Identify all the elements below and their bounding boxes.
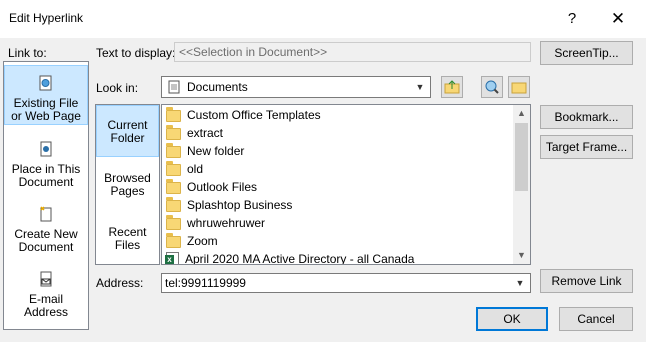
- document-place-icon: [40, 141, 52, 157]
- list-item[interactable]: Outlook Files: [166, 178, 257, 196]
- current-folder-line2: Folder: [110, 131, 145, 145]
- text-to-display-label: Text to display:: [96, 46, 176, 60]
- folder-up-icon: [444, 80, 460, 94]
- list-item[interactable]: April 2020 MA Active Directory - all Can…: [165, 250, 415, 265]
- list-item-label: New folder: [187, 144, 245, 158]
- recent-files-line2: Files: [114, 238, 141, 252]
- scroll-up-icon[interactable]: ▲: [513, 105, 530, 122]
- link-place-in-document[interactable]: Place in This Document: [4, 140, 88, 190]
- list-item[interactable]: extract: [166, 124, 223, 142]
- folder-icon: [166, 178, 181, 194]
- close-button[interactable]: ✕: [595, 0, 641, 38]
- list-item[interactable]: old: [166, 160, 203, 178]
- globe-page-icon: [39, 75, 52, 91]
- remove-link-button[interactable]: Remove Link: [540, 269, 633, 293]
- folder-icon: [166, 124, 181, 140]
- list-item-label: whruwehruwer: [187, 216, 266, 230]
- list-item-label: Custom Office Templates: [187, 108, 321, 122]
- cancel-button[interactable]: Cancel: [559, 307, 633, 331]
- scroll-down-icon[interactable]: ▼: [513, 247, 530, 264]
- target-frame-button[interactable]: Target Frame...: [540, 135, 633, 159]
- browsed-pages-line2: Pages: [110, 184, 145, 198]
- link-to-panel: Existing File or Web Page Place in This …: [3, 61, 89, 330]
- screentip-button[interactable]: ScreenTip...: [540, 41, 633, 65]
- address-value: tel:9991119999: [165, 276, 246, 290]
- globe-search-icon: [485, 80, 499, 94]
- window-title: Edit Hyperlink: [9, 11, 84, 25]
- link-email-line2: Address: [23, 305, 69, 319]
- scroll-thumb[interactable]: [515, 123, 528, 191]
- ok-button[interactable]: OK: [476, 307, 548, 331]
- vertical-scrollbar[interactable]: ▲ ▼: [513, 105, 530, 264]
- folder-icon: [166, 232, 181, 248]
- recent-files-tab[interactable]: Recent Files: [96, 212, 159, 264]
- email-icon: [40, 271, 52, 287]
- folder-icon: [166, 214, 181, 230]
- help-button[interactable]: ?: [549, 0, 595, 38]
- address-label: Address:: [96, 276, 144, 290]
- list-item-label: Zoom: [187, 234, 218, 248]
- browsed-pages-tab[interactable]: Browsed Pages: [96, 160, 159, 208]
- address-input[interactable]: tel:9991119999 ▼: [161, 273, 531, 293]
- look-in-value: Documents: [187, 80, 248, 94]
- list-item-label: Outlook Files: [187, 180, 258, 194]
- folder-icon: [166, 196, 181, 212]
- current-folder-tab[interactable]: Current Folder: [96, 105, 159, 157]
- documents-folder-icon: [168, 80, 180, 94]
- browse-web-button[interactable]: [481, 76, 503, 98]
- link-email-address[interactable]: E-mail Address: [4, 270, 88, 320]
- browse-folder-button[interactable]: [441, 76, 463, 98]
- folder-icon: [511, 82, 527, 94]
- chevron-down-icon[interactable]: ▼: [512, 275, 528, 291]
- list-item[interactable]: whruwehruwer: [166, 214, 265, 232]
- new-document-icon: [40, 206, 52, 222]
- list-item-label: old: [187, 162, 204, 176]
- excel-file-icon: [165, 252, 179, 264]
- list-item[interactable]: Zoom: [166, 232, 218, 250]
- link-place-line2: Document: [18, 175, 74, 189]
- folder-icon: [166, 142, 181, 158]
- link-to-label: Link to:: [8, 46, 47, 60]
- look-in-select[interactable]: Documents ▼: [161, 76, 431, 98]
- browse-file-button[interactable]: [508, 76, 530, 98]
- chevron-down-icon: ▼: [415, 82, 425, 92]
- list-item-label: April 2020 MA Active Directory - all Can…: [185, 252, 415, 265]
- list-item-label: extract: [187, 126, 224, 140]
- folder-icon: [166, 160, 181, 176]
- list-item-label: Splashtop Business: [187, 198, 293, 212]
- look-in-label: Look in:: [96, 81, 139, 95]
- list-item[interactable]: Splashtop Business: [166, 196, 292, 214]
- browse-panel: Current Folder Browsed Pages Recent File…: [95, 104, 160, 265]
- link-existing-file[interactable]: Existing File or Web Page: [4, 65, 88, 125]
- file-list[interactable]: Custom Office Templates extract New fold…: [161, 104, 531, 265]
- link-create-new-document[interactable]: Create New Document: [4, 205, 88, 255]
- folder-icon: [166, 106, 181, 122]
- list-item[interactable]: New folder: [166, 142, 244, 160]
- list-item[interactable]: Custom Office Templates: [166, 106, 321, 124]
- link-existing-file-line2: or Web Page: [11, 109, 81, 123]
- text-to-display-field[interactable]: <<Selection in Document>>: [174, 42, 531, 62]
- link-create-line2: Document: [18, 240, 74, 254]
- bookmark-button[interactable]: Bookmark...: [540, 105, 633, 129]
